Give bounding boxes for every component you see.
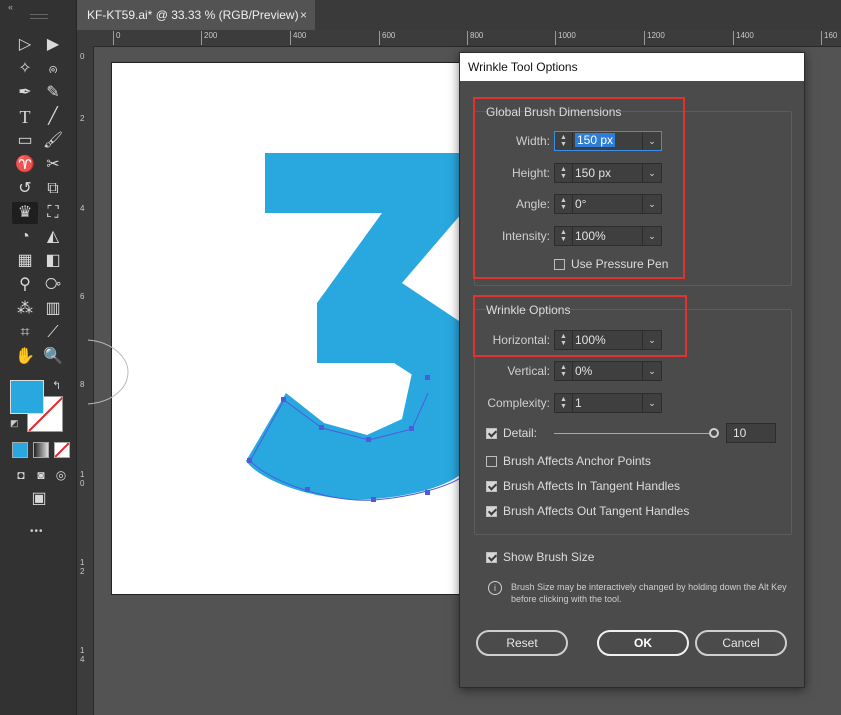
curvature-tool-icon[interactable]: ✎ [40, 82, 66, 104]
document-tab[interactable]: KF-KT59.ai* @ 33.33 % (RGB/Preview) × [77, 0, 315, 30]
ruler-tick: 160 [821, 31, 837, 45]
close-icon[interactable]: × [300, 8, 307, 22]
checkbox-icon[interactable] [486, 427, 497, 439]
blend-tool-icon[interactable]: ⧂ [40, 274, 66, 296]
mesh-tool-icon[interactable]: ▦ [12, 250, 38, 272]
affects-in-tangent-checkbox[interactable]: Brush Affects In Tangent Handles [486, 479, 680, 493]
document-tab-bar: KF-KT59.ai* @ 33.33 % (RGB/Preview) × [77, 0, 841, 30]
ruler-tick: 600 [379, 31, 395, 45]
type-tool-icon[interactable]: T [12, 106, 38, 128]
scissors-tool-icon[interactable]: ✂ [40, 154, 66, 176]
gradient-tool-icon[interactable]: ◧ [40, 250, 66, 272]
color-mode-icon[interactable] [12, 442, 28, 458]
detail-label: Detail: [503, 426, 538, 440]
dialog-title[interactable]: Wrinkle Tool Options [460, 53, 804, 81]
direct-selection-tool-icon[interactable]: ▶ [40, 34, 66, 56]
affects-out-tangent-label: Brush Affects Out Tangent Handles [503, 504, 690, 518]
line-tool-icon[interactable]: ╱ [40, 106, 66, 128]
show-brush-size-checkbox[interactable]: Show Brush Size [486, 550, 594, 564]
rotate-tool-icon[interactable]: ↺ [12, 178, 38, 200]
detail-value-field[interactable]: 10 [726, 423, 776, 443]
stepper-arrows-icon[interactable]: ▲ ▼ [555, 362, 573, 380]
ruler-tick: 0 [80, 52, 85, 61]
selection-tool-icon[interactable]: ▷ [12, 34, 38, 56]
artboard[interactable] [112, 63, 462, 594]
magic-wand-tool-icon[interactable]: ✧ [12, 58, 38, 80]
screen-mode-icon[interactable]: ▣ [26, 488, 52, 510]
vertical-field[interactable]: ▲ ▼ 0% ⌄ [554, 361, 662, 381]
ok-button[interactable]: OK [597, 630, 689, 656]
chevron-down-icon[interactable]: ⌄ [642, 394, 661, 412]
artboard-tool-icon[interactable]: ⌗ [12, 322, 38, 344]
chevron-down-icon[interactable]: ⌄ [642, 362, 661, 380]
gradient-mode-icon[interactable] [33, 442, 49, 458]
ruler-tick: 1000 [555, 31, 576, 45]
wrinkle-tool-icon[interactable]: ♛ [12, 202, 38, 224]
ruler-tick: 800 [467, 31, 483, 45]
document-tab-title: KF-KT59.ai* @ 33.33 % (RGB/Preview) [87, 8, 299, 22]
default-colors-icon[interactable]: ◩ [10, 418, 19, 429]
ruler-tick: 2 [80, 114, 85, 123]
ruler-tick: 0 [113, 31, 120, 45]
ruler-tick: 4 [80, 204, 85, 213]
brush-cursor [87, 339, 129, 405]
ruler-tick: 1 2 [80, 558, 85, 576]
ruler-tick: 1 4 [80, 646, 85, 664]
checkbox-icon[interactable] [486, 505, 497, 517]
ruler-tick: 6 [80, 292, 85, 301]
draw-inside-icon[interactable]: ◎ [48, 464, 74, 486]
highlight-box-horizontal [473, 295, 687, 357]
checkbox-icon[interactable] [486, 480, 497, 492]
affects-out-tangent-checkbox[interactable]: Brush Affects Out Tangent Handles [486, 504, 689, 518]
complexity-field[interactable]: ▲ ▼ 1 ⌄ [554, 393, 662, 413]
checkbox-icon[interactable] [486, 551, 497, 563]
detail-checkbox[interactable]: Detail: [486, 426, 537, 440]
reset-button[interactable]: Reset [476, 630, 568, 656]
detail-slider-track[interactable] [554, 433, 712, 434]
eyedropper-tool-icon[interactable]: ⚲ [12, 274, 38, 296]
ruler-tick: 1200 [644, 31, 665, 45]
lasso-tool-icon[interactable]: ၐ [40, 58, 66, 80]
pen-tool-icon[interactable]: ✒ [12, 82, 38, 104]
hand-tool-icon[interactable]: ✋ [12, 346, 38, 368]
column-graph-tool-icon[interactable]: ▥ [40, 298, 66, 320]
info-text: Brush Size may be interactively changed … [511, 582, 787, 604]
ruler-origin[interactable] [77, 30, 93, 46]
detail-slider-knob[interactable] [709, 428, 719, 438]
shape-builder-tool-icon[interactable]: ◔ [12, 226, 38, 248]
complexity-value[interactable]: 1 [575, 396, 582, 410]
collapse-panel-icon[interactable]: « [8, 2, 13, 12]
scale-tool-icon[interactable]: ⧉ [40, 178, 66, 200]
fill-color-swatch[interactable] [10, 380, 44, 414]
info-icon: i [488, 581, 502, 595]
ruler-tick: 1400 [733, 31, 754, 45]
vertical-label: Vertical: [507, 364, 550, 378]
highlight-box-global [473, 97, 685, 279]
symbol-sprayer-tool-icon[interactable]: ⁂ [12, 298, 38, 320]
checkbox-icon[interactable] [486, 455, 497, 467]
panel-grip[interactable] [30, 14, 48, 19]
rectangle-tool-icon[interactable]: ▭ [12, 130, 38, 152]
ruler-tick: 1 0 [80, 470, 85, 488]
affects-anchor-points-checkbox[interactable]: Brush Affects Anchor Points [486, 454, 651, 468]
number-three-artwork[interactable] [112, 63, 462, 594]
show-brush-size-label: Show Brush Size [503, 550, 595, 564]
complexity-label: Complexity: [487, 396, 550, 410]
vertical-value[interactable]: 0% [575, 364, 592, 378]
wrinkle-tool-options-dialog: Wrinkle Tool Options Global Brush Dimens… [459, 52, 805, 688]
horizontal-ruler[interactable]: 0 200 400 600 800 1000 1200 1400 160 [93, 30, 841, 47]
shaper-tool-icon[interactable]: ♈ [12, 154, 38, 176]
none-mode-icon[interactable] [54, 442, 70, 458]
ruler-tick: 400 [290, 31, 306, 45]
edit-toolbar-icon[interactable]: ••• [30, 526, 44, 537]
free-transform-tool-icon[interactable]: ⛶ [40, 202, 66, 224]
affects-in-tangent-label: Brush Affects In Tangent Handles [503, 479, 681, 493]
paintbrush-tool-icon[interactable]: 🖌 [40, 130, 66, 152]
affects-anchor-points-label: Brush Affects Anchor Points [503, 454, 651, 468]
perspective-grid-tool-icon[interactable]: ◭ [40, 226, 66, 248]
cancel-button[interactable]: Cancel [695, 630, 787, 656]
ruler-tick: 200 [201, 31, 217, 45]
stepper-arrows-icon[interactable]: ▲ ▼ [555, 394, 573, 412]
